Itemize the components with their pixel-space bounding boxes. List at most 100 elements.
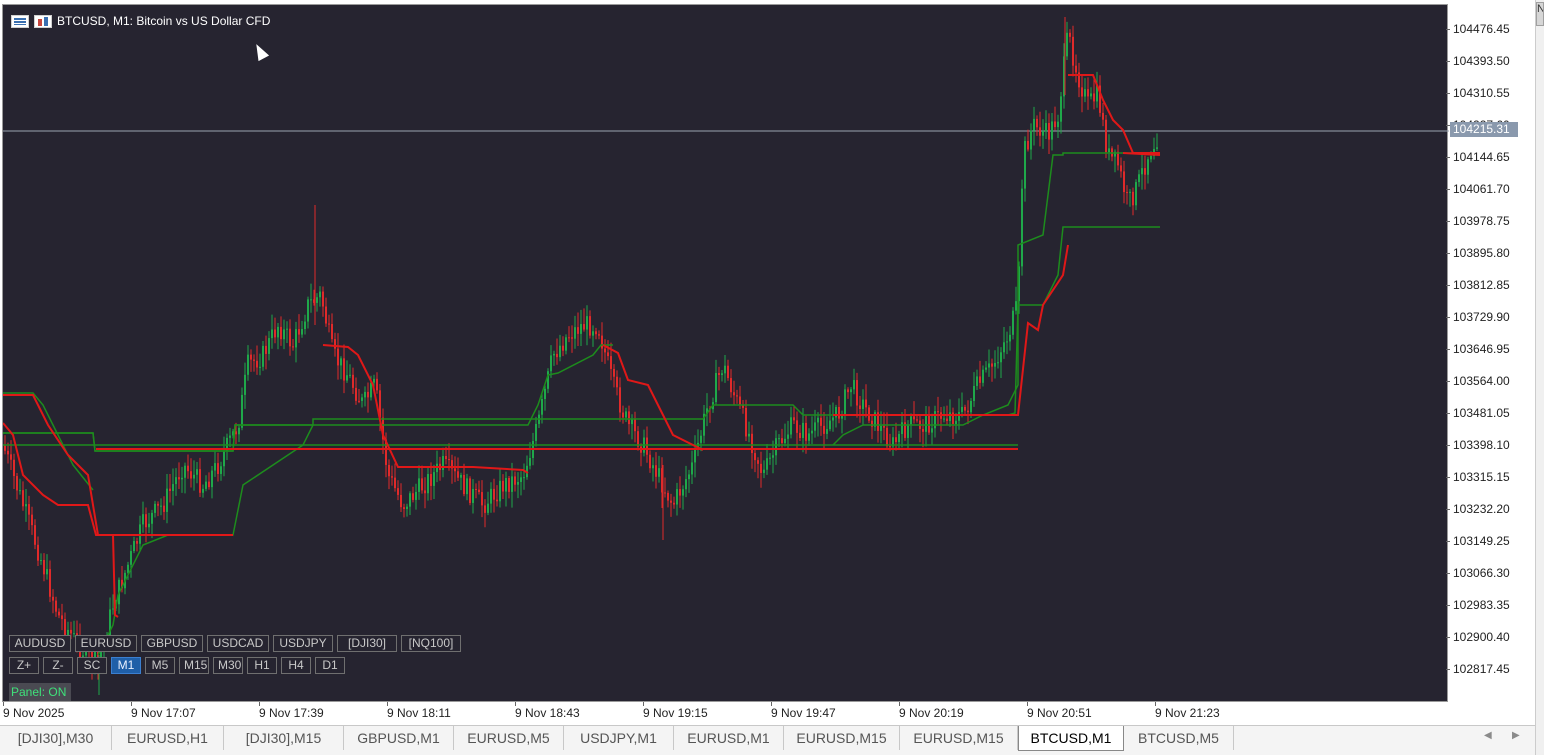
chart-list-icon[interactable] — [11, 14, 29, 28]
symbol-button[interactable]: USDCAD — [207, 635, 269, 652]
candle-body — [394, 477, 396, 489]
candle-body — [292, 346, 294, 348]
candle-body — [760, 463, 762, 473]
candle-body — [304, 321, 306, 330]
candle-body — [622, 412, 624, 418]
chart-symbol-title: BTCUSD, M1: Bitcoin vs US Dollar CFD — [57, 14, 271, 28]
tab-scroll-left-icon[interactable]: ◀ — [1484, 730, 1492, 741]
candle-body — [823, 425, 825, 434]
candle-body — [580, 324, 582, 334]
candle-body — [268, 338, 270, 354]
timeframe-button[interactable]: M15 — [179, 657, 209, 674]
candle-body — [736, 395, 738, 397]
timeframe-button[interactable]: M1 — [111, 657, 141, 674]
candle-body — [967, 410, 969, 413]
candle-body — [508, 477, 510, 492]
timeframe-button[interactable]: Z- — [43, 657, 73, 674]
right-panel-button[interactable]: N — [1536, 2, 1544, 26]
chart-title-bar: BTCUSD, M1: Bitcoin vs US Dollar CFD — [11, 14, 270, 28]
candle-body — [22, 490, 24, 507]
candle-body — [1069, 32, 1071, 37]
symbol-button[interactable]: GBPUSD — [141, 635, 203, 652]
symbol-button[interactable]: [DJI30] — [337, 635, 397, 652]
chart-tab[interactable]: [DJI30],M15 — [224, 726, 344, 750]
candle-body — [985, 367, 987, 370]
candle-body — [154, 503, 156, 513]
candle-body — [859, 405, 861, 409]
candle-body — [853, 380, 855, 390]
symbol-button[interactable]: AUDUSD — [9, 635, 71, 652]
chart-area[interactable]: BTCUSD, M1: Bitcoin vs US Dollar CFD AUD… — [2, 4, 1449, 703]
candle-body — [61, 615, 63, 620]
candle-body — [196, 469, 198, 475]
candle-body — [295, 329, 297, 348]
timeframe-button[interactable]: M30 — [213, 657, 243, 674]
panel-toggle-button[interactable]: Panel: ON — [9, 683, 71, 701]
chart-tab[interactable]: BTCUSD,M5 — [1124, 726, 1234, 750]
candle-body — [634, 419, 636, 432]
chart-tab[interactable]: BTCUSD,M1 — [1018, 726, 1124, 751]
timeframe-button[interactable]: M5 — [145, 657, 175, 674]
candle-body — [19, 490, 21, 492]
candle-body — [814, 422, 816, 431]
candle-body — [958, 412, 960, 421]
chart-type-icon[interactable] — [34, 14, 52, 28]
candle-body — [715, 373, 717, 403]
candle-body — [1117, 151, 1119, 166]
candle-body — [943, 418, 945, 420]
chart-tab[interactable]: EURUSD,M5 — [454, 726, 564, 750]
candle-body — [691, 462, 693, 475]
symbol-button[interactable]: EURUSD — [75, 635, 137, 652]
chart-tab[interactable]: EURUSD,M1 — [674, 726, 784, 750]
candle-body — [799, 432, 801, 439]
price-tick-label: 103066.30 — [1446, 566, 1510, 580]
candle-body — [331, 324, 333, 340]
right-scrollbar[interactable] — [1535, 0, 1544, 755]
candle-body — [685, 479, 687, 490]
timeframe-button[interactable]: Z+ — [9, 657, 39, 674]
candle-body — [694, 448, 696, 463]
candle-body — [1075, 65, 1077, 73]
candle-body — [895, 437, 897, 443]
candle-body — [280, 326, 282, 340]
candle-body — [592, 331, 594, 336]
candle-body — [1123, 171, 1125, 193]
candle-body — [193, 474, 195, 479]
chart-tab[interactable]: EURUSD,H1 — [112, 726, 224, 750]
candle-body — [502, 480, 504, 492]
candle-body — [499, 480, 501, 502]
candle-body — [430, 474, 432, 486]
candle-body — [769, 457, 771, 459]
candle-body — [607, 352, 609, 357]
symbol-button[interactable]: USDJPY — [273, 635, 333, 652]
candle-body — [1003, 342, 1005, 353]
tab-scroll-right-icon[interactable]: ▶ — [1512, 730, 1520, 741]
candle-body — [202, 488, 204, 493]
candle-body — [1024, 140, 1026, 189]
chart-tab[interactable]: USDJPY,M1 — [564, 726, 674, 750]
candle-body — [745, 407, 747, 437]
price-chart-canvas[interactable] — [3, 5, 1449, 703]
timeframe-button[interactable]: H1 — [247, 657, 277, 674]
candle-body — [496, 499, 498, 502]
candle-body — [46, 569, 48, 575]
candle-body — [301, 329, 303, 335]
chart-tab[interactable]: EURUSD,M15 — [900, 726, 1018, 750]
candle-body — [349, 374, 351, 376]
time-axis[interactable]: 9 Nov 2025 9 Nov 17:07 9 Nov 17:39 9 Nov 18… — [0, 702, 1535, 724]
candle-body — [481, 492, 483, 506]
candle-body — [1135, 182, 1137, 206]
candle-body — [730, 378, 732, 393]
candle-body — [796, 420, 798, 433]
symbol-button[interactable]: [NQ100] — [401, 635, 461, 652]
timeframe-button[interactable]: H4 — [281, 657, 311, 674]
chart-tab[interactable]: EURUSD,M15 — [784, 726, 900, 750]
price-axis[interactable]: 104476.45104393.50104310.55104227.601041… — [1446, 4, 1535, 702]
timeframe-button[interactable]: D1 — [315, 657, 345, 674]
candle-body — [271, 329, 273, 339]
chart-tab[interactable]: [DJI30],M30 — [0, 726, 112, 750]
chart-tab[interactable]: GBPUSD,M1 — [344, 726, 454, 750]
candle-body — [598, 334, 600, 336]
time-tick-label: 9 Nov 18:43 — [515, 702, 580, 720]
timeframe-button[interactable]: SC — [77, 657, 107, 674]
